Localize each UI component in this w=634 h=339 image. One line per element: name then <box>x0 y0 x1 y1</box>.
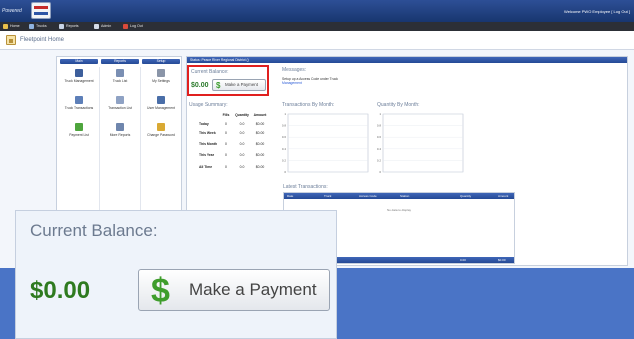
nav-trucks[interactable]: Trucks <box>28 23 47 30</box>
list-icon <box>116 96 124 104</box>
make-payment-button[interactable]: $ Make a Payment <box>212 79 266 91</box>
inset-make-payment-label: Make a Payment <box>189 280 317 299</box>
dollar-icon: $ <box>151 272 170 310</box>
nav-admin-label: Admin <box>101 24 112 28</box>
col-date[interactable]: Date <box>287 194 293 198</box>
footer-amount: $0.00 <box>498 258 506 262</box>
column-head-reports: Reports <box>101 59 139 64</box>
tile-truck-management[interactable]: Truck Management <box>60 66 98 92</box>
messages-text: Setup up a Access Code under Truck Manag… <box>282 77 338 85</box>
quantity-chart-y-tick-label: 0.4 <box>377 147 382 151</box>
settings-icon <box>157 69 165 77</box>
truck-icon <box>29 24 34 29</box>
company-logo <box>31 2 51 19</box>
reports-icon <box>59 24 64 29</box>
dollar-icon: $ <box>216 81 221 90</box>
transactions-chart-y-tick-label: 1 <box>284 112 286 116</box>
column-head-main: Main <box>60 59 98 64</box>
column-head-setup: Setup <box>142 59 180 64</box>
transactions-chart: 1 0.8 0.6 0.4 0.2 0 <box>282 112 370 176</box>
logo-text: Powered <box>2 8 22 14</box>
tile-truck-list[interactable]: Truck List <box>101 66 139 92</box>
balance-highlight: Current Balance: $0.00 $ Make a Payment <box>187 65 269 96</box>
tile-payment-list[interactable]: Payment List <box>60 120 98 146</box>
transactions-chart-y-tick-label: 0 <box>284 170 286 174</box>
make-payment-label: Make a Payment <box>225 82 258 87</box>
key-icon <box>157 123 165 131</box>
quantity-chart-y-tick-label: 1 <box>379 112 381 116</box>
tile-truck-transactions[interactable]: Truck Transactions <box>60 93 98 119</box>
inset-make-payment-button[interactable]: $ Make a Payment <box>138 269 330 311</box>
footer-quantity: 0.00 <box>460 258 466 262</box>
transactions-chart-y-tick-label: 0.2 <box>282 158 287 162</box>
quantity-chart-y-tick-label: 0.8 <box>377 124 382 128</box>
list-icon <box>116 69 124 77</box>
status-header: Status: Peace River Regional District () <box>187 57 627 63</box>
tile-label: Truck List <box>112 79 128 83</box>
transactions-icon <box>75 96 83 104</box>
tile-change-password[interactable]: Change Password <box>142 120 180 146</box>
nav-home-label: Home <box>10 24 20 28</box>
nav-logout[interactable]: Log Out <box>122 23 143 30</box>
truck-icon <box>75 69 83 77</box>
quantity-chart-y-tick-label: 0.6 <box>377 135 382 139</box>
tile-label: User Management <box>147 106 175 110</box>
page-header: Fleetpoint Home <box>0 31 634 50</box>
welcome-text[interactable]: Welcome PWO Employee [ Log Out ] <box>564 9 630 14</box>
tile-label: Transaction List <box>108 106 132 110</box>
nav-reports[interactable]: Reports <box>58 23 79 30</box>
report-icon <box>116 123 124 131</box>
page-home-icon <box>6 35 16 45</box>
tile-user-management[interactable]: User Management <box>142 93 180 119</box>
tile-label: Truck Transactions <box>64 106 94 110</box>
tile-label: Payment List <box>69 133 89 137</box>
nav-logout-label: Log Out <box>130 24 143 28</box>
transactions-chart-y-tick-label: 0.8 <box>282 124 287 128</box>
inset-balance-amount: $0.00 <box>30 277 91 304</box>
tile-label: More Reports <box>109 133 131 137</box>
nav-admin[interactable]: Admin <box>93 23 111 30</box>
col-station[interactable]: Station <box>400 194 409 198</box>
nav-trucks-label: Trucks <box>36 24 47 28</box>
home-icon <box>3 24 8 29</box>
balance-zoom-inset: Current Balance: $0.00 $ Make a Payment <box>15 210 337 339</box>
page-title: Fleetpoint Home <box>20 37 65 43</box>
messages-label: Messages: <box>282 67 307 73</box>
dollar-icon <box>75 123 83 131</box>
tile-transaction-list[interactable]: Transaction List <box>101 93 139 119</box>
table-header: Date Truck Access Code Station Quantity … <box>284 193 514 199</box>
inset-balance-label: Current Balance: <box>30 221 158 240</box>
logout-icon <box>123 24 128 29</box>
transactions-chart-title: Transactions By Month: <box>282 102 335 108</box>
quantity-chart-y-tick-label: 0 <box>379 170 381 174</box>
user-icon <box>157 96 165 104</box>
col-truck[interactable]: Truck <box>324 194 331 198</box>
tile-my-settings[interactable]: My Settings <box>142 66 180 92</box>
quantity-chart: 1 0.8 0.6 0.4 0.2 0 <box>377 112 465 176</box>
transactions-chart-y-tick-label: 0.4 <box>282 147 287 151</box>
balance-amount: $0.00 <box>191 82 209 89</box>
admin-icon <box>94 24 99 29</box>
col-quantity[interactable]: Quantity <box>460 194 471 198</box>
tile-more-reports[interactable]: More Reports <box>101 120 139 146</box>
current-balance-label: Current Balance: <box>191 69 229 75</box>
nav-reports-label: Reports <box>66 24 79 28</box>
tile-label: My Settings <box>152 79 170 83</box>
usage-summary-title: Usage Summary: <box>189 102 228 108</box>
nav-bar: Home Trucks Reports Admin Log Out <box>0 22 634 31</box>
col-amount[interactable]: Amount <box>498 194 508 198</box>
nav-home[interactable]: Home <box>2 23 20 30</box>
quantity-chart-title: Quantity By Month: <box>377 102 420 108</box>
top-banner: Powered Welcome PWO Employee [ Log Out ] <box>0 0 634 22</box>
quantity-chart-y-tick-label: 0.2 <box>377 158 382 162</box>
latest-transactions-title: Latest Transactions: <box>283 184 328 190</box>
truck-management-link[interactable]: Management <box>282 81 302 85</box>
transactions-chart-y-tick-label: 0.6 <box>282 135 287 139</box>
tile-label: Change Password <box>147 133 175 137</box>
tile-label: Truck Management <box>64 79 94 83</box>
col-access-code[interactable]: Access Code <box>359 194 377 198</box>
